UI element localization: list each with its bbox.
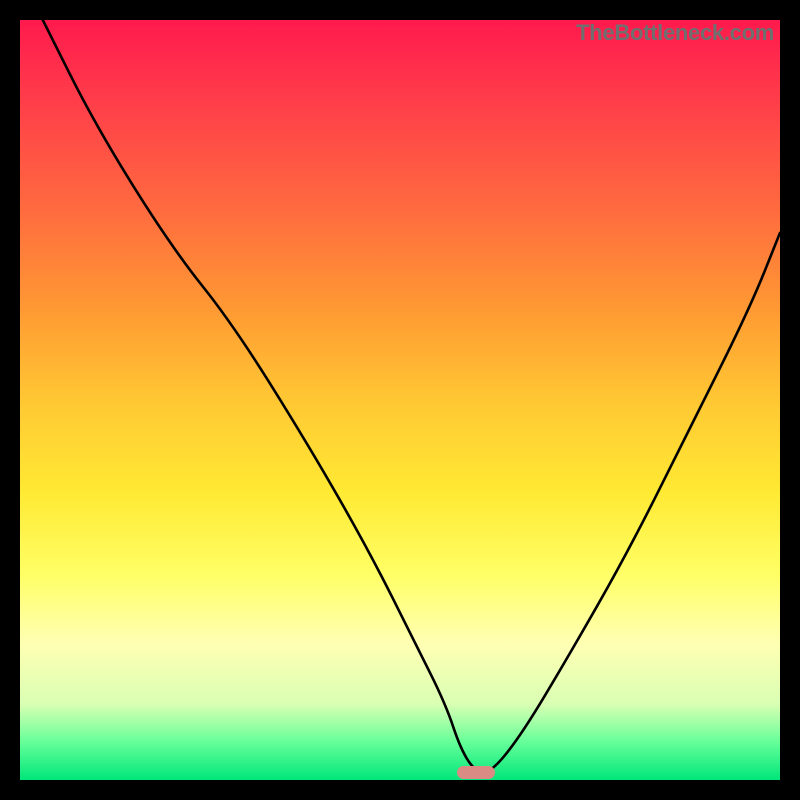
optimum-marker — [457, 766, 495, 780]
bottleneck-curve — [20, 20, 780, 780]
chart-plot-area: TheBottleneck.com — [20, 20, 780, 780]
chart-frame: TheBottleneck.com — [0, 0, 800, 800]
